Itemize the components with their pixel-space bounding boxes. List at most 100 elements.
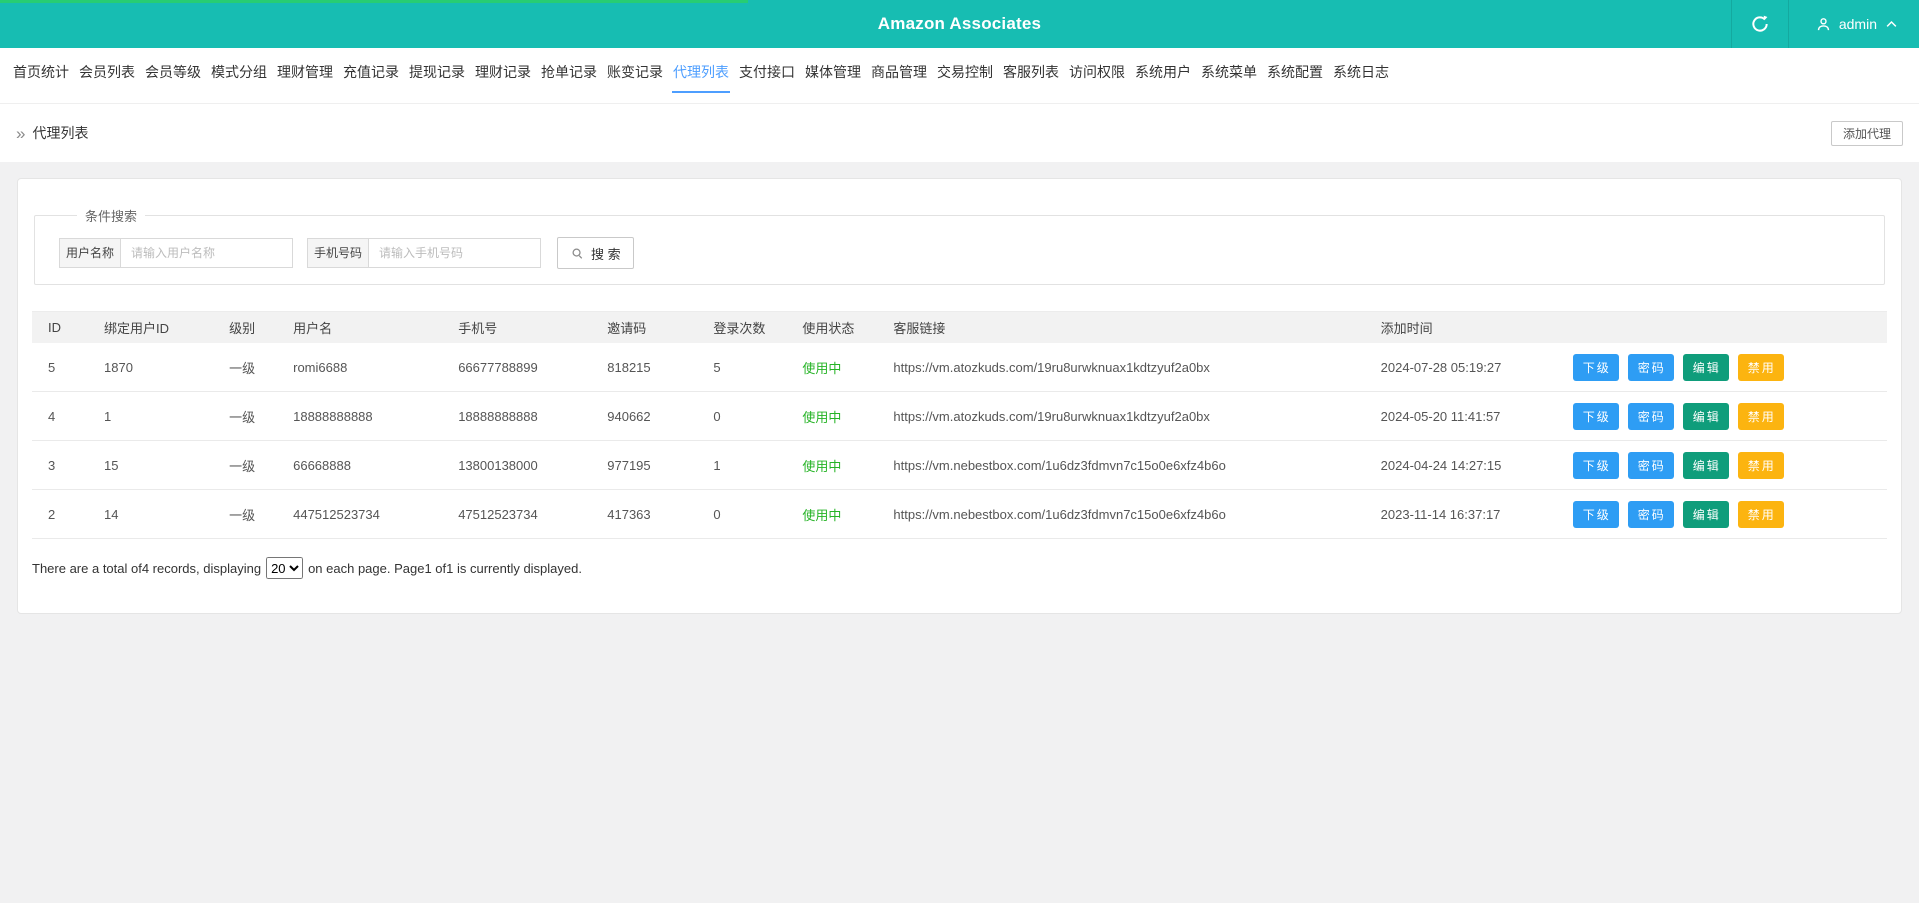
- action-subordinates-button[interactable]: 下级: [1572, 353, 1619, 381]
- cell-created-at: 2024-04-24 14:27:15: [1364, 440, 1557, 490]
- pagination-text-before: There are a total of4 records, displayin…: [32, 560, 262, 576]
- cell-id: 3: [32, 440, 89, 490]
- cell-username: romi6688: [277, 343, 443, 392]
- cell-bind-user-id: 14: [88, 489, 214, 539]
- search-field-group-1: 用户名称: [59, 238, 294, 268]
- table-row: 2 14 一级 447512523734 47512523734 417363 0 使用中 ht…: [32, 489, 1887, 539]
- table-row: 5 1870 一级 romi6688 66677788899 818215 5 使用中 http…: [32, 343, 1887, 392]
- nav-item-2[interactable]: 会员列表: [78, 58, 136, 93]
- action-edit-button[interactable]: 编辑: [1682, 500, 1729, 528]
- column-header-10: 添加时间: [1364, 311, 1557, 343]
- cell-level: 一级: [213, 489, 278, 539]
- action-disable-button[interactable]: 禁用: [1737, 353, 1784, 381]
- cell-login-count: 1: [697, 440, 787, 490]
- nav-item-9[interactable]: 抢单记录: [540, 58, 598, 93]
- add-agent-button[interactable]: 添加代理: [1830, 121, 1903, 146]
- cell-phone: 47512523734: [442, 489, 592, 539]
- action-password-button[interactable]: 密码: [1627, 353, 1674, 381]
- cell-actions: 下级 密码 编辑 禁用: [1556, 343, 1887, 392]
- column-header-1: ID: [32, 311, 89, 343]
- cell-id: 4: [32, 391, 89, 441]
- cell-status: 使用中: [786, 440, 878, 490]
- cell-login-count: 0: [697, 391, 787, 441]
- loading-progress-bar: [0, 0, 748, 3]
- column-header-11: [1556, 311, 1887, 343]
- cell-created-at: 2024-05-20 11:41:57: [1364, 391, 1557, 441]
- search-input-2[interactable]: [369, 238, 542, 268]
- cell-invite-code: 977195: [591, 440, 698, 490]
- nav-item-21[interactable]: 系统日志: [1332, 58, 1390, 93]
- cell-bind-user-id: 1870: [88, 343, 214, 392]
- action-subordinates-button[interactable]: 下级: [1572, 500, 1619, 528]
- nav-item-4[interactable]: 模式分组: [210, 58, 268, 93]
- nav-item-6[interactable]: 充值记录: [342, 58, 400, 93]
- search-panel: 条件搜索 用户名称 手机号码 搜 索: [34, 206, 1885, 285]
- cell-status: 使用中: [786, 391, 878, 441]
- nav-item-14[interactable]: 商品管理: [870, 58, 928, 93]
- action-edit-button[interactable]: 编辑: [1682, 402, 1729, 430]
- action-disable-button[interactable]: 禁用: [1737, 451, 1784, 479]
- header-controls: admin: [1730, 0, 1919, 48]
- breadcrumb-arrow-icon: »: [16, 123, 26, 143]
- cell-level: 一级: [213, 440, 278, 490]
- cell-login-count: 5: [697, 343, 787, 392]
- column-header-8: 使用状态: [786, 311, 878, 343]
- nav-item-13[interactable]: 媒体管理: [804, 58, 862, 93]
- nav-item-10[interactable]: 账变记录: [606, 58, 664, 93]
- nav-item-17[interactable]: 访问权限: [1068, 58, 1126, 93]
- cell-service-link: https://vm.nebestbox.com/1u6dz3fdmvn7c15…: [877, 489, 1365, 539]
- app-header: Amazon Associates admin: [0, 0, 1919, 48]
- nav-item-11[interactable]: 代理列表: [672, 58, 730, 93]
- search-button[interactable]: 搜 索: [557, 237, 634, 269]
- cell-username: 18888888888: [277, 391, 443, 441]
- cell-phone: 13800138000: [442, 440, 592, 490]
- nav-item-15[interactable]: 交易控制: [936, 58, 994, 93]
- breadcrumb-bar: » 代理列表 添加代理: [0, 104, 1919, 162]
- cell-actions: 下级 密码 编辑 禁用: [1556, 489, 1887, 539]
- table-header-row: ID 绑定用户ID 级别 用户名 手机号 邀请码 登录次数 使用状态 客服链接 添加时间: [32, 311, 1887, 343]
- nav-item-8[interactable]: 理财记录: [474, 58, 532, 93]
- page-size-select[interactable]: 20: [266, 557, 304, 579]
- cell-phone: 18888888888: [442, 391, 592, 441]
- cell-phone: 66677788899: [442, 343, 592, 392]
- cell-id: 5: [32, 343, 89, 392]
- action-disable-button[interactable]: 禁用: [1737, 500, 1784, 528]
- action-edit-button[interactable]: 编辑: [1682, 353, 1729, 381]
- cell-username: 66668888: [277, 440, 443, 490]
- nav-item-1[interactable]: 首页统计: [12, 58, 70, 93]
- cell-actions: 下级 密码 编辑 禁用: [1556, 440, 1887, 490]
- search-input-1[interactable]: [121, 238, 294, 268]
- refresh-button[interactable]: [1730, 0, 1789, 48]
- action-edit-button[interactable]: 编辑: [1682, 451, 1729, 479]
- pagination-text-after: on each page. Page1 of1 is currently dis…: [308, 560, 582, 576]
- nav-item-20[interactable]: 系统配置: [1266, 58, 1324, 93]
- nav-item-18[interactable]: 系统用户: [1134, 58, 1192, 93]
- nav-item-7[interactable]: 提现记录: [408, 58, 466, 93]
- cell-service-link: https://vm.atozkuds.com/19ru8urwknuax1kd…: [877, 343, 1365, 392]
- action-subordinates-button[interactable]: 下级: [1572, 402, 1619, 430]
- pagination: There are a total of4 records, displayin…: [32, 557, 1887, 613]
- action-password-button[interactable]: 密码: [1627, 500, 1674, 528]
- column-header-2: 绑定用户ID: [88, 311, 214, 343]
- nav-item-16[interactable]: 客服列表: [1002, 58, 1060, 93]
- nav-item-5[interactable]: 理财管理: [276, 58, 334, 93]
- cell-bind-user-id: 1: [88, 391, 214, 441]
- admin-menu[interactable]: admin: [1789, 0, 1919, 48]
- admin-username: admin: [1838, 16, 1877, 32]
- action-subordinates-button[interactable]: 下级: [1572, 451, 1619, 479]
- column-header-9: 客服链接: [877, 311, 1365, 343]
- search-field-label: 用户名称: [59, 238, 122, 268]
- action-password-button[interactable]: 密码: [1627, 451, 1674, 479]
- cell-status: 使用中: [786, 489, 878, 539]
- cell-login-count: 0: [697, 489, 787, 539]
- cell-invite-code: 818215: [591, 343, 698, 392]
- page: Amazon Associates admin 首页统计 会员列表 会员等级 模…: [0, 0, 1919, 903]
- nav-item-19[interactable]: 系统菜单: [1200, 58, 1258, 93]
- nav-tabs: 首页统计 会员列表 会员等级 模式分组 理财管理 充值记录 提现记录 理财记录 抢单记录 账变记录…: [0, 48, 1919, 104]
- action-password-button[interactable]: 密码: [1627, 402, 1674, 430]
- action-disable-button[interactable]: 禁用: [1737, 402, 1784, 430]
- nav-item-3[interactable]: 会员等级: [144, 58, 202, 93]
- cell-status: 使用中: [786, 343, 878, 392]
- cell-created-at: 2024-07-28 05:19:27: [1364, 343, 1557, 392]
- nav-item-12[interactable]: 支付接口: [738, 58, 796, 93]
